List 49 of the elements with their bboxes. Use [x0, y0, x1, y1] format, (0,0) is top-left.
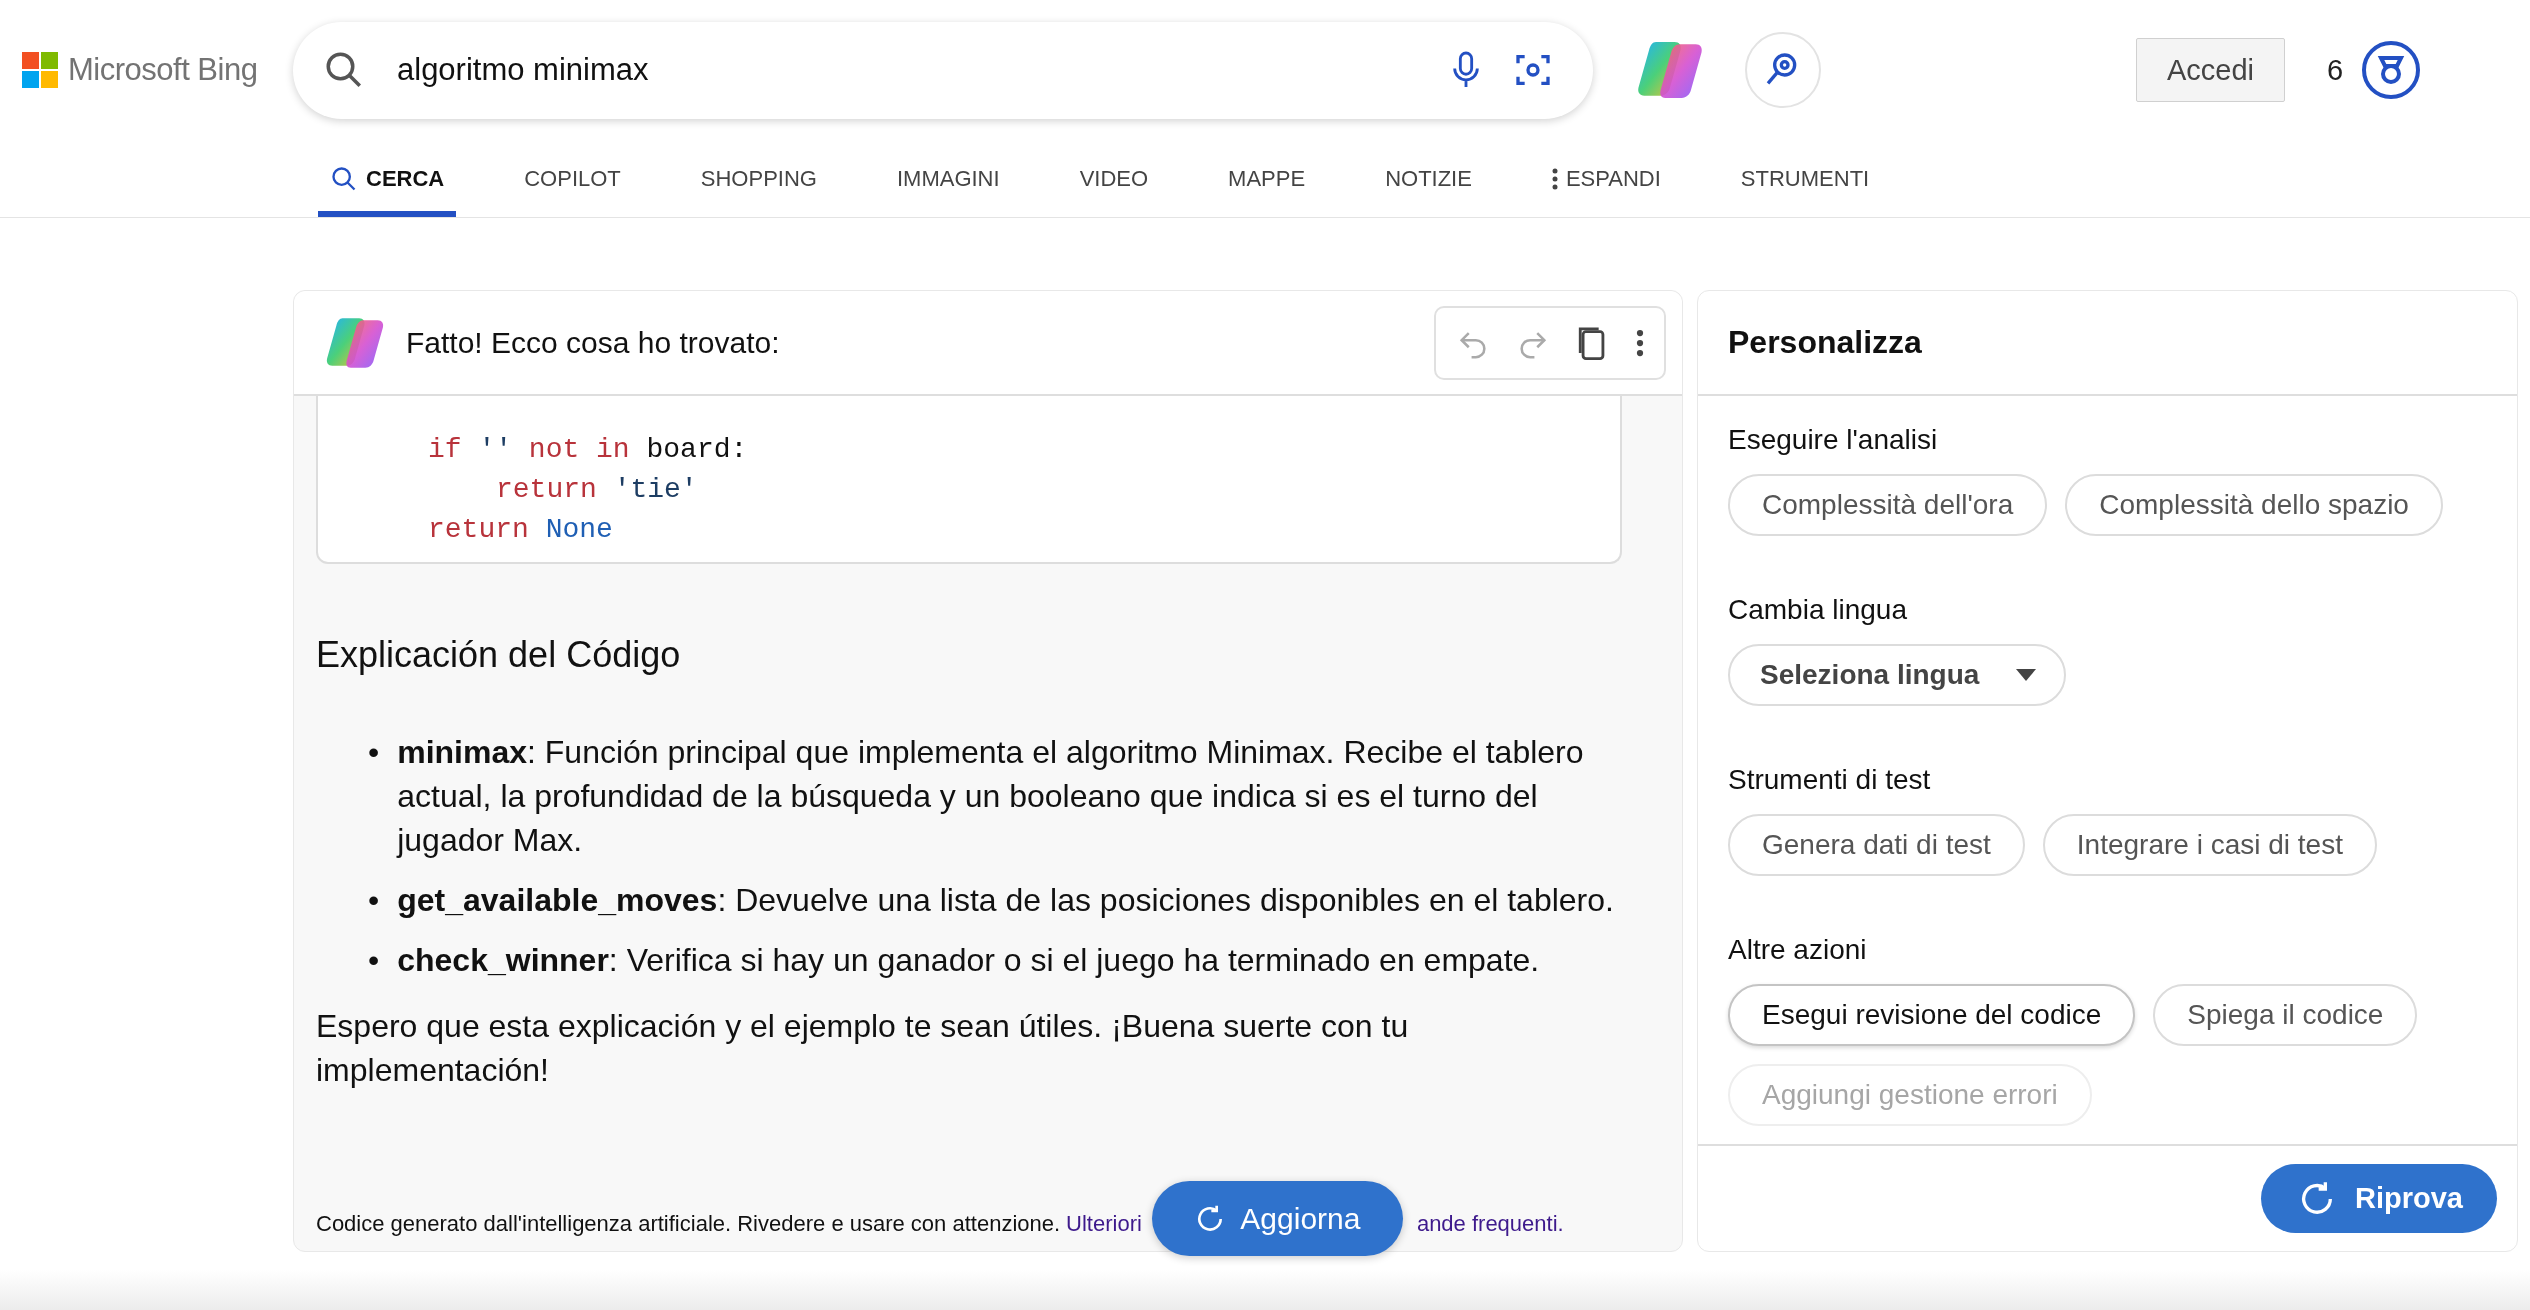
nav-tab[interactable]: ESPANDI: [1539, 140, 1673, 217]
suggestion-chip[interactable]: Integrare i casi di test: [2042, 814, 2377, 876]
section-heading: Explicación del Código: [316, 634, 682, 676]
refresh-button[interactable]: Aggiorna: [1151, 1181, 1403, 1256]
rewards-count: 6: [2327, 53, 2344, 87]
windows-logo-icon: [22, 52, 58, 88]
suggestion-chip: Aggiungi gestione errori: [1728, 1064, 2092, 1126]
code-line: return None: [428, 513, 613, 547]
section-label: Eseguire l'analisi: [1728, 424, 1939, 456]
suggestion-chip[interactable]: Complessità dello spazio: [2065, 474, 2443, 536]
bullet-marker: •: [368, 881, 380, 920]
disclaimer-text: Codice generato dall'intelligenza artificiale. Rivedere e usare con attenzione.: [316, 1211, 1061, 1237]
nav-tab[interactable]: NOTIZIE: [1373, 140, 1484, 217]
code-line: if '' not in board:: [428, 433, 748, 467]
suggestion-chip[interactable]: Genera dati di test: [1728, 814, 2025, 876]
nav-tab[interactable]: MAPPE: [1216, 140, 1318, 217]
suggestion-chip[interactable]: Complessità dell'ora: [1728, 474, 2048, 536]
nav-tab[interactable]: SHOPPING: [688, 140, 829, 217]
answer-title: Fatto! Ecco cosa ho trovato:: [406, 325, 781, 360]
suggestion-chip[interactable]: Esegui revisione del codice: [1728, 984, 2136, 1046]
bullet-text: minimax: Función principal que implementa el algoritmo Minimax. Recibe el tablero actual, la profundidad de la búsqueda y un booleano que indica si es el turno del jugador Max.: [397, 733, 1585, 860]
more-icon: [1551, 166, 1558, 191]
bullet-marker: •: [368, 733, 380, 772]
nav-tab[interactable]: IMMAGINI: [884, 140, 1012, 217]
faq-link[interactable]: ande frequenti.: [1416, 1211, 1564, 1237]
code-line: return 'tie': [496, 473, 698, 507]
nav-tab[interactable]: COPILOT: [512, 140, 633, 217]
more-info-link[interactable]: Ulteriori: [1066, 1211, 1142, 1237]
panel-title: Personalizza: [1728, 324, 1922, 361]
dropdown-caret-icon: [2016, 669, 2036, 681]
bing-logo-text: Microsoft Bing: [68, 52, 258, 88]
medal-icon[interactable]: [2361, 40, 2422, 100]
search-icon: [330, 164, 358, 193]
section-label: Altre azioni: [1728, 934, 1868, 966]
more-options-icon[interactable]: [1636, 327, 1644, 358]
bullet-marker: •: [368, 941, 380, 980]
language-select[interactable]: Seleziona lingua: [1728, 644, 2066, 706]
bullet-text: check_winner: Verifica si hay un ganador o si el juego ha terminado en empate.: [397, 941, 1540, 980]
nav-tab[interactable]: STRUMENTI: [1728, 140, 1882, 217]
suggestion-chip[interactable]: Spiega il codice: [2153, 984, 2418, 1046]
bullet-text: get_available_moves: Devuelve una lista de las posiciones disponibles en el tablero.: [397, 881, 1614, 920]
closing-paragraph: Espero que esta explicación y el ejemplo te sean útiles. ¡Buena suerte con tu implementación!: [316, 1007, 1410, 1090]
nav-tab[interactable]: VIDEO: [1067, 140, 1161, 217]
nav-tab[interactable]: CERCA: [318, 140, 457, 217]
section-label: Strumenti di test: [1728, 764, 1932, 796]
search-field[interactable]: algoritmo minimax: [395, 51, 1419, 89]
retry-button[interactable]: Riprova: [2261, 1164, 2497, 1233]
section-label: Cambia lingua: [1728, 594, 1908, 626]
sign-in-button[interactable]: Accedi: [2136, 38, 2286, 102]
